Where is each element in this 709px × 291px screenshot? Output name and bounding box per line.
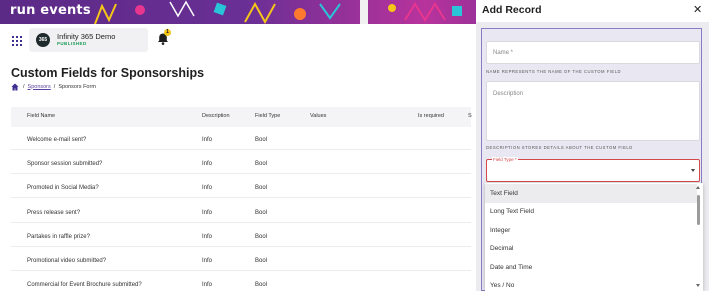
cell-field-type: Bool: [255, 210, 268, 216]
breadcrumb-current: Sponsors Form: [58, 83, 96, 90]
cell-field-name: Commercial for Event Brochure submitted?: [27, 282, 142, 288]
cell-field-type: Bool: [255, 137, 268, 143]
chevron-down-icon: [691, 169, 695, 172]
breadcrumb-separator: /: [23, 83, 25, 90]
breadcrumb-link-sponsors[interactable]: Sponsors: [28, 84, 51, 90]
notification-badge: 1: [164, 29, 171, 36]
table-row[interactable]: Commercial for Event Brochure submitted?…: [11, 276, 471, 291]
field-type-dropdown: Text Field Long Text Field Integer Decim…: [485, 183, 703, 291]
organization-name: Infinity 365 Demo: [57, 32, 116, 41]
cell-description: Info: [202, 210, 213, 216]
table-row[interactable]: Welcome e-mail sent? Info Bool: [11, 131, 471, 150]
cell-field-type: Bool: [255, 258, 268, 264]
name-hint: NAME REPRESENTS THE NAME OF THE CUSTOM F…: [486, 69, 622, 74]
cell-description: Info: [202, 234, 213, 240]
cell-field-type: Bool: [255, 234, 268, 240]
cell-field-name: Sponsor session submitted?: [27, 161, 103, 167]
column-header-values[interactable]: Values: [310, 113, 326, 119]
column-header-is-required[interactable]: Is required: [418, 113, 444, 119]
cell-field-type: Bool: [255, 161, 268, 167]
option-integer[interactable]: Integer: [485, 221, 697, 240]
column-header-field-name[interactable]: Field Name: [27, 113, 55, 119]
table-header: Field Name Description Field Type Values…: [11, 107, 472, 127]
app-logo[interactable]: run events: [10, 3, 91, 18]
table-row[interactable]: Promoted in Social Media? Info Bool: [11, 179, 471, 198]
name-field[interactable]: Name *: [486, 41, 700, 64]
column-header-field-type[interactable]: Field Type: [255, 113, 280, 119]
option-long-text-field[interactable]: Long Text Field: [485, 203, 697, 222]
breadcrumb: / Sponsors / Sponsors Form: [11, 82, 96, 91]
scroll-up-icon[interactable]: [696, 186, 700, 189]
apps-grid-icon[interactable]: [12, 36, 22, 46]
cell-field-type: Bool: [255, 185, 268, 191]
drawer-title: Add Record: [482, 4, 542, 16]
page-title: Custom Fields for Sponsorships: [11, 66, 205, 80]
cell-description: Info: [202, 282, 213, 288]
cell-field-type: Bool: [255, 282, 268, 288]
cell-description: Info: [202, 137, 213, 143]
cell-field-name: Partakes in raffle prize?: [27, 234, 90, 240]
close-icon[interactable]: ✕: [693, 3, 702, 16]
field-type-label: Field Type *: [492, 157, 518, 162]
description-field[interactable]: Description: [486, 81, 700, 141]
organization-avatar: 365: [36, 33, 50, 47]
option-text-field[interactable]: Text Field: [485, 184, 697, 203]
cell-description: Info: [202, 258, 213, 264]
cell-description: Info: [202, 185, 213, 191]
description-hint: DESCRIPTION STORES DETAILS ABOUT THE CUS…: [486, 145, 633, 150]
table-row[interactable]: Partakes in raffle prize? Info Bool: [11, 228, 471, 247]
option-yes-no[interactable]: Yes / No: [485, 277, 697, 291]
cell-field-name: Welcome e-mail sent?: [27, 137, 87, 143]
column-header-s[interactable]: S: [468, 113, 472, 119]
option-date-and-time[interactable]: Date and Time: [485, 258, 697, 277]
cell-field-name: Promoted in Social Media?: [27, 185, 99, 191]
option-decimal[interactable]: Decimal: [485, 240, 697, 259]
scrollbar-thumb[interactable]: [697, 195, 700, 225]
column-header-description[interactable]: Description: [202, 113, 230, 119]
organization-selector[interactable]: 365 Infinity 365 Demo PUBLISHED: [29, 28, 148, 52]
drawer-header: Add Record ✕: [476, 0, 709, 22]
home-icon[interactable]: [11, 83, 19, 91]
cell-field-name: Press release sent?: [27, 210, 81, 216]
cell-description: Info: [202, 161, 213, 167]
organization-status: PUBLISHED: [57, 41, 87, 46]
table-row[interactable]: Sponsor session submitted? Info Bool: [11, 155, 471, 174]
field-type-select[interactable]: Field Type *: [486, 157, 700, 182]
cell-field-name: Promotional video submitted?: [27, 258, 107, 264]
table-row[interactable]: Promotional video submitted? Info Bool: [11, 252, 471, 271]
scroll-down-icon[interactable]: [696, 284, 700, 287]
breadcrumb-separator: /: [53, 83, 56, 90]
name-placeholder: Name *: [493, 50, 514, 56]
table-row[interactable]: Press release sent? Info Bool: [11, 204, 471, 223]
description-placeholder: Description: [493, 91, 524, 97]
